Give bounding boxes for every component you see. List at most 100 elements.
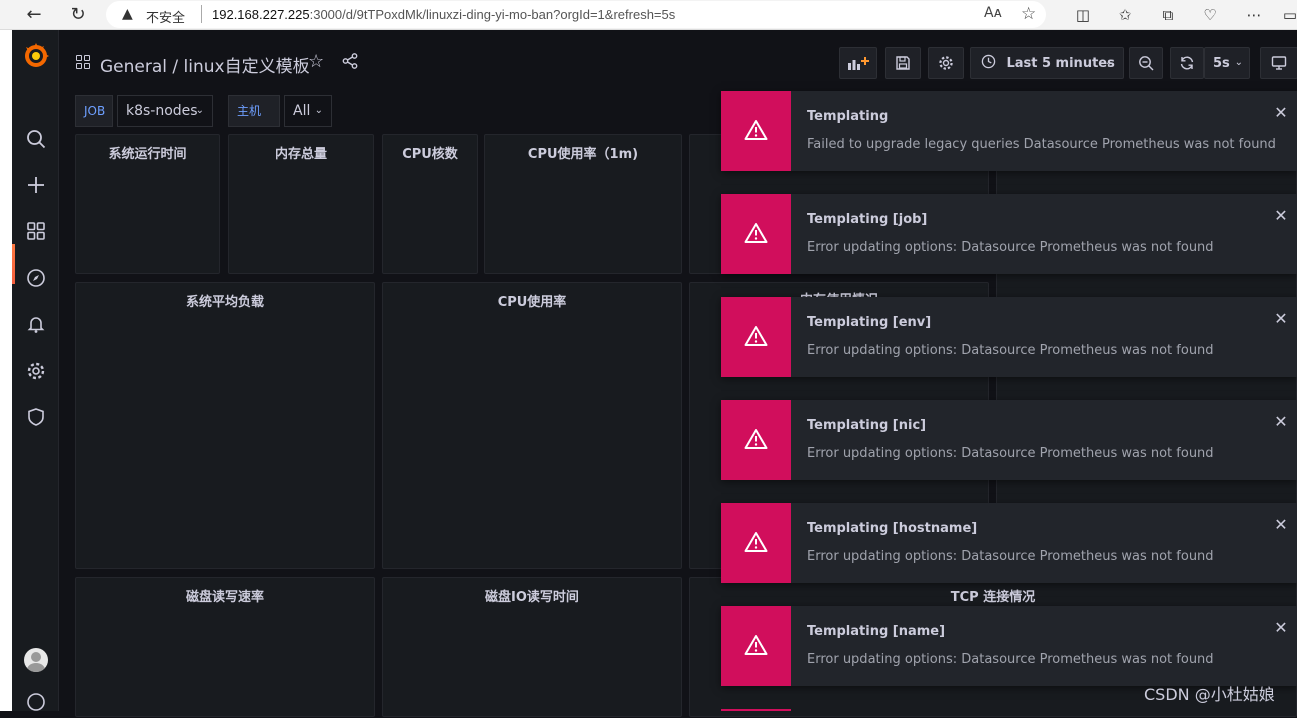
alert-toast: Templating [env] Error updating options:… [721, 297, 1297, 377]
panel-system-load[interactable]: 系统平均负载 [75, 282, 375, 569]
alert-accent [721, 606, 791, 686]
panel-title: 系统运行时间 [108, 147, 187, 162]
alert-message: Error updating options: Datasource Prome… [807, 343, 1214, 358]
panel-memory-total[interactable]: 内存总量 [228, 134, 374, 274]
collections-icon[interactable]: ⧉ [1158, 5, 1178, 25]
alert-message: Error updating options: Datasource Prome… [807, 240, 1214, 255]
server-admin-shield-icon[interactable] [23, 407, 49, 433]
alerting-bell-icon[interactable] [23, 314, 49, 340]
browser-toolbar: ← ↻ ▲ 不安全 192.168.227.225:3000/d/9tTPoxd… [0, 0, 1297, 30]
dashboard-grid-icon [76, 55, 90, 69]
url-path: :3000/d/9tTPoxdMk/linuxzi-ding-yi-mo-ban… [309, 7, 676, 22]
dashboard-settings-button[interactable] [928, 47, 964, 79]
help-icon[interactable] [23, 692, 49, 718]
alert-message: Error updating options: Datasource Prome… [807, 549, 1214, 564]
search-icon[interactable] [23, 129, 49, 155]
panel-cpu-usage[interactable]: CPU使用率 [382, 282, 682, 569]
watermark: CSDN @小杜姑娘 [1144, 685, 1275, 704]
dashboard-navbar: General / linux自定义模板 ☆ Last 5 minutes ⌄ … [60, 30, 1297, 94]
close-icon[interactable]: ✕ [1273, 105, 1289, 121]
panel-disk-io-time[interactable]: 磁盘IO读写时间 [382, 577, 682, 717]
chevron-down-icon: ⌄ [314, 105, 323, 116]
reload-icon[interactable]: ↻ [67, 4, 89, 26]
alert-message: Failed to upgrade legacy queries Datasou… [807, 137, 1276, 152]
share-icon[interactable] [342, 53, 358, 69]
panel-cpu-usage-1m[interactable]: CPU使用率（1m) [484, 134, 682, 274]
variable-select-job[interactable]: k8s-nodes ⌄ [117, 95, 213, 127]
refresh-interval-label: 5s [1213, 56, 1230, 71]
configuration-gear-icon[interactable] [23, 361, 49, 387]
close-icon[interactable]: ✕ [1273, 414, 1289, 430]
chevron-down-icon: ⌄ [195, 105, 204, 116]
explore-compass-icon[interactable] [23, 268, 49, 294]
close-icon[interactable]: ✕ [1273, 311, 1289, 327]
time-range-label: Last 5 minutes [1006, 56, 1115, 71]
panel-title: 系统平均负载 [185, 295, 264, 310]
browser-essentials-icon[interactable]: ♡ [1200, 5, 1220, 25]
variable-value-hostname: All [293, 103, 311, 119]
plus-icon[interactable] [23, 175, 49, 201]
grafana-logo-icon[interactable] [22, 42, 50, 70]
close-icon[interactable]: ✕ [1273, 208, 1289, 224]
address-divider [201, 5, 202, 23]
chevron-down-icon: ⌄ [1234, 57, 1243, 68]
chevron-down-icon: ⌄ [1104, 57, 1113, 68]
alert-accent [721, 297, 791, 377]
alert-title: Templating [807, 109, 889, 124]
cycle-view-mode-button[interactable] [1260, 47, 1297, 79]
close-icon[interactable]: ✕ [1273, 517, 1289, 533]
mark-favorite-star-icon[interactable]: ☆ [308, 51, 324, 72]
read-aloud-icon[interactable]: Aᴀ [984, 5, 1002, 21]
warning-triangle-icon [744, 635, 768, 655]
security-label: 不安全 [146, 11, 186, 26]
variable-value-job: k8s-nodes [126, 103, 198, 119]
alert-accent [721, 400, 791, 480]
alert-title: Templating [env] [807, 315, 932, 330]
refresh-dashboard-button[interactable] [1170, 47, 1204, 79]
warning-triangle-icon [744, 429, 768, 449]
dashboards-icon[interactable] [23, 221, 49, 247]
sidebar-toggle-icon[interactable]: ▭ [1280, 5, 1297, 25]
panel-title: CPU使用率 [497, 295, 567, 310]
panel-title: CPU使用率（1m) [527, 147, 639, 162]
add-panel-button[interactable] [839, 47, 877, 79]
panel-disk-rw-rate[interactable]: 磁盘读写速率 [75, 577, 375, 717]
monitor-icon [1271, 56, 1287, 70]
alert-toast: Templating [job] Error updating options:… [721, 194, 1297, 274]
warning-triangle-icon [744, 532, 768, 552]
favorite-star-icon[interactable]: ☆ [1021, 4, 1036, 24]
zoom-out-button[interactable] [1129, 47, 1163, 79]
address-bar[interactable]: ▲ 不安全 192.168.227.225:3000/d/9tTPoxdMk/l… [106, 1, 1046, 28]
panel-cpu-cores[interactable]: CPU核数 [382, 134, 478, 274]
user-avatar[interactable] [24, 648, 48, 672]
favorites-icon[interactable]: ✩ [1115, 5, 1135, 25]
url-text[interactable]: 192.168.227.225:3000/d/9tTPoxdMk/linuxzi… [212, 7, 675, 22]
panel-title: CPU核数 [402, 147, 458, 162]
warning-triangle-icon [744, 120, 768, 140]
panel-uptime[interactable]: 系统运行时间 [75, 134, 220, 274]
panel-title: 磁盘读写速率 [185, 590, 264, 605]
split-screen-icon[interactable]: ◫ [1073, 5, 1093, 25]
alert-title: Templating [name] [807, 624, 946, 639]
alert-accent [721, 194, 791, 274]
close-icon[interactable]: ✕ [1273, 620, 1289, 636]
clock-icon [981, 54, 996, 69]
panel-title: 磁盘IO读写时间 [485, 590, 579, 605]
breadcrumb[interactable]: General / linux自定义模板 [100, 52, 310, 77]
back-arrow-icon[interactable]: ← [23, 4, 45, 26]
warning-triangle-icon [744, 223, 768, 243]
time-range-picker[interactable]: Last 5 minutes ⌄ [970, 47, 1124, 79]
grafana-sidebar [12, 30, 59, 711]
more-menu-icon[interactable]: ⋯ [1244, 5, 1264, 25]
url-host: 192.168.227.225 [212, 7, 310, 22]
desktop-background [0, 30, 12, 711]
warning-triangle-icon [744, 326, 768, 346]
alert-accent [721, 91, 791, 171]
alert-message: Error updating options: Datasource Prome… [807, 652, 1214, 667]
zoom-out-icon [1139, 56, 1154, 71]
alert-title: Templating [job] [807, 212, 928, 227]
variable-label-job: JOB [75, 95, 113, 127]
variable-select-hostname[interactable]: All ⌄ [284, 95, 332, 127]
refresh-interval-picker[interactable]: 5s ⌄ [1204, 47, 1250, 79]
save-dashboard-button[interactable] [885, 47, 921, 79]
